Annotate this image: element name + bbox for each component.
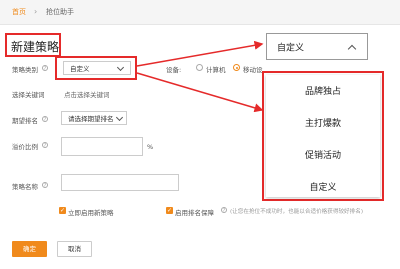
- option-promotion[interactable]: 促销活动: [266, 148, 380, 161]
- zoom-strategy-select[interactable]: 自定义: [266, 33, 368, 60]
- zoom-select-value: 自定义: [277, 43, 305, 53]
- arrow-to-options: [136, 72, 264, 113]
- option-custom[interactable]: 自定义: [266, 180, 380, 193]
- arrow-to-select: [136, 40, 264, 67]
- option-brand-exclusive[interactable]: 品牌独占: [266, 84, 380, 97]
- option-hot-item[interactable]: 主打爆款: [266, 116, 380, 129]
- chevron-up-icon: [347, 44, 357, 54]
